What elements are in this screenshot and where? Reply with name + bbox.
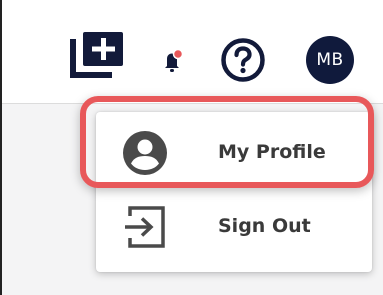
bell-icon[interactable] — [158, 46, 186, 74]
user-menu-dropdown: My Profile Sign Out — [96, 112, 372, 272]
app-window: MB My Profile Sign Out — [0, 0, 383, 295]
help-circle-icon[interactable] — [220, 37, 266, 83]
user-avatar-button[interactable]: MB — [306, 36, 354, 84]
menu-item-label: My Profile — [218, 141, 326, 163]
sign-out-icon — [125, 206, 165, 248]
menu-item-sign-out[interactable]: Sign Out — [96, 194, 372, 258]
avatar-initials: MB — [316, 50, 344, 70]
notification-badge — [172, 48, 184, 60]
add-box-icon[interactable] — [70, 31, 130, 81]
account-circle-icon — [123, 131, 167, 175]
menu-item-label: Sign Out — [218, 215, 311, 237]
menu-item-my-profile[interactable]: My Profile — [96, 120, 372, 184]
